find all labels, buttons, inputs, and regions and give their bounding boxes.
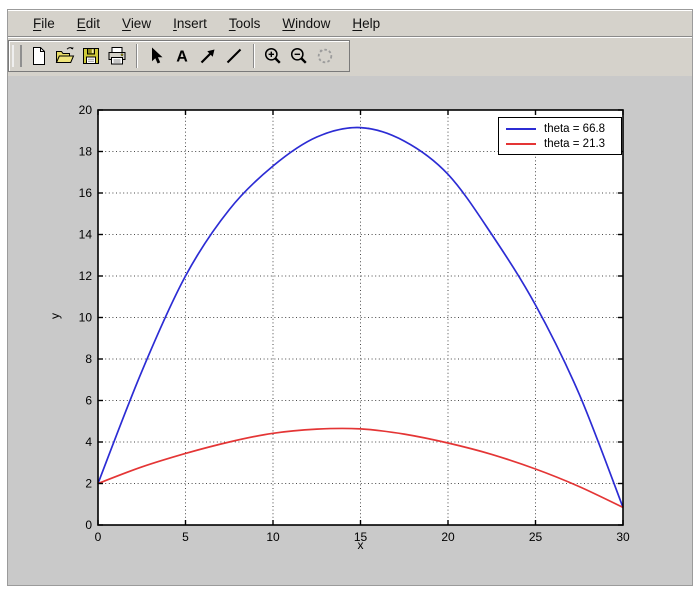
arrow-cursor-icon [146, 46, 166, 66]
menu-insert[interactable]: Insert [162, 16, 218, 31]
legend-label-series2: theta = 21.3 [544, 137, 606, 150]
x-tick-label: 30 [616, 530, 630, 544]
y-tick-label: 8 [85, 352, 92, 366]
ne-arrow-icon [198, 46, 218, 66]
new-document-icon [29, 46, 49, 66]
select-cursor-button[interactable] [143, 43, 169, 69]
rotate-3d-button[interactable] [312, 43, 338, 69]
menu-window[interactable]: Window [271, 16, 341, 31]
add-text-button[interactable]: A [169, 43, 195, 69]
x-tick-label: 25 [529, 530, 543, 544]
y-tick-label: 10 [79, 311, 93, 325]
legend-line-series1 [506, 127, 536, 130]
x-tick-label: 0 [95, 530, 102, 544]
svg-text:A: A [176, 49, 188, 66]
y-tick-label: 6 [85, 394, 92, 408]
y-tick-label: 16 [79, 186, 93, 200]
y-tick-label: 2 [85, 477, 92, 491]
open-file-button[interactable] [52, 43, 78, 69]
open-folder-icon [55, 46, 75, 66]
y-tick-label: 0 [85, 518, 92, 532]
add-arrow-button[interactable] [195, 43, 221, 69]
save-icon [81, 46, 101, 66]
legend-label-series1: theta = 66.8 [544, 122, 606, 135]
figure-canvas: 0 5 10 15 20 25 30 0 2 4 6 8 10 12 14 16 18 20 x y theta … [8, 76, 692, 585]
menu-file[interactable]: File [22, 16, 66, 31]
legend-entry: theta = 66.8 [499, 121, 621, 136]
menu-help[interactable]: Help [341, 16, 391, 31]
toolbar-panel: A [8, 40, 350, 72]
new-figure-button[interactable] [26, 43, 52, 69]
y-tick-label: 12 [79, 269, 93, 283]
y-tick-label: 4 [85, 435, 92, 449]
x-tick-label: 10 [266, 530, 280, 544]
y-tick-label: 18 [79, 145, 93, 159]
menu-view[interactable]: View [111, 16, 162, 31]
zoom-in-button[interactable] [260, 43, 286, 69]
y-tick-label: 14 [79, 228, 93, 242]
zoom-out-button[interactable] [286, 43, 312, 69]
window-inner: File Edit View Insert Tools Window Help A 0 5 10… [7, 9, 693, 586]
print-icon [107, 46, 127, 66]
x-tick-label: 5 [182, 530, 189, 544]
y-axis-label: y [48, 313, 62, 319]
menu-bar: File Edit View Insert Tools Window Help [8, 10, 692, 37]
legend-line-series2 [506, 142, 536, 145]
plot-background [98, 110, 623, 525]
zoom-in-icon [263, 46, 283, 66]
x-tick-label: 20 [441, 530, 455, 544]
print-figure-button[interactable] [104, 43, 130, 69]
y-tick-label: 20 [79, 103, 93, 117]
rotate-icon [315, 46, 335, 66]
figure-window: File Edit View Insert Tools Window Help A 0 5 10… [0, 0, 700, 595]
x-axis-label: x [357, 538, 364, 552]
legend[interactable]: theta = 66.8 theta = 21.3 [498, 117, 622, 155]
toolbar-separator [253, 44, 254, 68]
add-line-button[interactable] [221, 43, 247, 69]
toolbar: A [8, 37, 692, 76]
menu-edit[interactable]: Edit [66, 16, 111, 31]
toolbar-grip[interactable] [12, 45, 22, 67]
toolbar-separator [136, 44, 137, 68]
save-figure-button[interactable] [78, 43, 104, 69]
line-icon [224, 46, 244, 66]
legend-entry: theta = 21.3 [499, 136, 621, 151]
text-icon: A [172, 46, 192, 66]
zoom-out-icon [289, 46, 309, 66]
menu-tools[interactable]: Tools [218, 16, 272, 31]
